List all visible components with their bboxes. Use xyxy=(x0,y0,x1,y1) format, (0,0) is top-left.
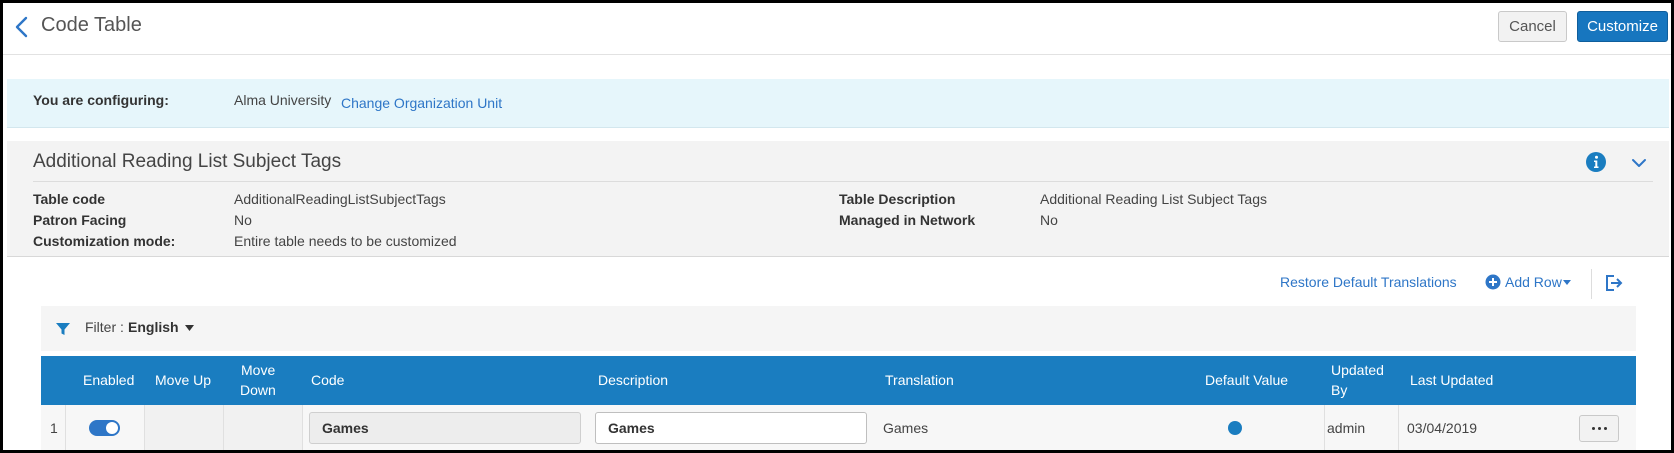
header-move-up: Move Up xyxy=(155,372,212,388)
translation-cell: Games xyxy=(883,420,929,436)
row-number: 1 xyxy=(50,420,58,436)
row-actions-button[interactable] xyxy=(1579,415,1619,442)
updated-by-cell: admin xyxy=(1327,420,1366,436)
patron-facing-label: Patron Facing xyxy=(33,212,127,228)
details-divider xyxy=(33,181,1653,182)
default-value-radio[interactable] xyxy=(1228,421,1242,435)
column-separator xyxy=(65,405,66,450)
patron-facing-value: No xyxy=(234,212,252,228)
header-move-down-line2: Down xyxy=(240,382,276,398)
export-icon[interactable] xyxy=(1604,274,1624,292)
toolbar-separator xyxy=(1591,269,1592,299)
header-updated-by-line2: By xyxy=(1331,382,1348,398)
add-row-button[interactable]: Add Row xyxy=(1505,274,1562,290)
ellipsis-dot xyxy=(1603,427,1607,430)
description-input[interactable]: Games xyxy=(595,412,867,444)
customize-button[interactable]: Customize xyxy=(1577,11,1668,42)
header-last-updated[interactable]: Last Updated xyxy=(1410,371,1493,390)
back-arrow-icon[interactable] xyxy=(12,14,32,40)
managed-in-network-value: No xyxy=(1040,212,1058,228)
ellipsis-icon xyxy=(1591,427,1595,430)
table-details-panel: Additional Reading List Subject Tags Tab… xyxy=(7,141,1669,257)
language-filter-dropdown[interactable]: English xyxy=(128,319,179,335)
page-title: Code Table xyxy=(41,14,142,36)
cancel-button[interactable]: Cancel xyxy=(1498,11,1567,42)
details-title: Additional Reading List Subject Tags xyxy=(33,151,342,172)
header-description[interactable]: Description xyxy=(598,371,668,390)
filter-label: Filter : xyxy=(85,319,124,335)
header-default-value[interactable]: Default Value xyxy=(1205,371,1288,390)
add-circle-icon[interactable] xyxy=(1485,274,1501,290)
table-code-label: Table code xyxy=(33,191,106,207)
ellipsis-dot xyxy=(1597,427,1601,430)
table-description-label: Table Description xyxy=(839,191,956,207)
customization-mode-label: Customization mode: xyxy=(33,233,176,249)
change-organization-unit-link[interactable]: Change Organization Unit xyxy=(341,95,502,111)
table-row: 1 Games Games Games admin 03/04/2019 xyxy=(41,405,1636,450)
column-separator xyxy=(223,405,224,450)
top-bar: Code Table Cancel Customize xyxy=(3,3,1671,55)
header-code[interactable]: Code xyxy=(311,371,344,390)
managed-in-network-label: Managed in Network xyxy=(839,212,976,228)
restore-default-translations-link[interactable]: Restore Default Translations xyxy=(1280,274,1457,290)
filter-caret-icon[interactable] xyxy=(185,325,194,331)
code-field: Games xyxy=(309,412,581,444)
column-separator xyxy=(144,405,145,450)
toggle-knob xyxy=(106,422,118,434)
last-updated-cell: 03/04/2019 xyxy=(1407,420,1478,436)
app-frame: Code Table Cancel Customize You are conf… xyxy=(0,0,1674,453)
configuring-label: You are configuring: xyxy=(33,92,169,108)
enabled-toggle[interactable] xyxy=(89,420,120,436)
header-translation[interactable]: Translation xyxy=(885,371,954,390)
configuring-bar: You are configuring: Alma University Cha… xyxy=(7,79,1669,128)
customization-mode-value: Entire table needs to be customized xyxy=(234,233,457,249)
organization-name: Alma University xyxy=(234,92,332,108)
table-description-value: Additional Reading List Subject Tags xyxy=(1040,191,1268,207)
header-enabled[interactable]: Enabled xyxy=(83,371,134,390)
collapse-chevron-icon[interactable] xyxy=(1630,154,1648,172)
header-move-down-line1: Move xyxy=(241,362,276,378)
table-code-value: AdditionalReadingListSubjectTags xyxy=(234,191,446,207)
filter-bar: Filter : English xyxy=(41,306,1636,351)
table-header: Enabled Move Up Move Down Code Descripti… xyxy=(41,356,1636,405)
column-separator xyxy=(1398,405,1399,450)
column-separator xyxy=(302,405,303,450)
add-row-caret-icon[interactable] xyxy=(1563,280,1571,285)
header-updated-by-line1: Updated xyxy=(1331,362,1384,378)
info-icon[interactable] xyxy=(1585,151,1607,173)
filter-icon[interactable] xyxy=(55,321,71,337)
column-separator xyxy=(1324,405,1325,450)
